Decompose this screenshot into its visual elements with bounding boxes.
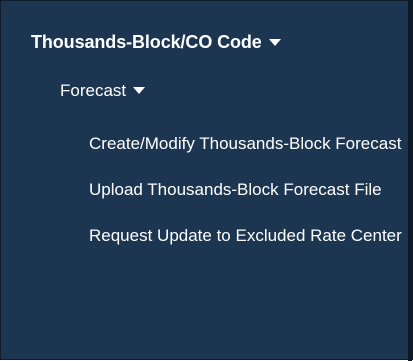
caret-down-icon xyxy=(133,87,146,95)
forecast-label: Forecast xyxy=(60,81,127,100)
caret-down-icon xyxy=(268,38,281,46)
panel-border xyxy=(408,1,412,361)
section-label: Thousands-Block/CO Code xyxy=(31,32,262,52)
menu-item-upload-forecast-file[interactable]: Upload Thousands-Block Forecast File xyxy=(89,175,407,204)
forecast-menu-list: Create/Modify Thousands-Block Forecast U… xyxy=(89,129,407,267)
menu-item-create-modify-forecast[interactable]: Create/Modify Thousands-Block Forecast xyxy=(89,129,407,158)
forecast-submenu[interactable]: Forecast xyxy=(60,81,146,101)
nav-menu-panel: Thousands-Block/CO Code Forecast Create/… xyxy=(0,0,413,361)
thousands-block-co-code-menu[interactable]: Thousands-Block/CO Code xyxy=(31,32,281,53)
menu-item-request-update-excluded-rate-center[interactable]: Request Update to Excluded Rate Center xyxy=(89,221,407,250)
